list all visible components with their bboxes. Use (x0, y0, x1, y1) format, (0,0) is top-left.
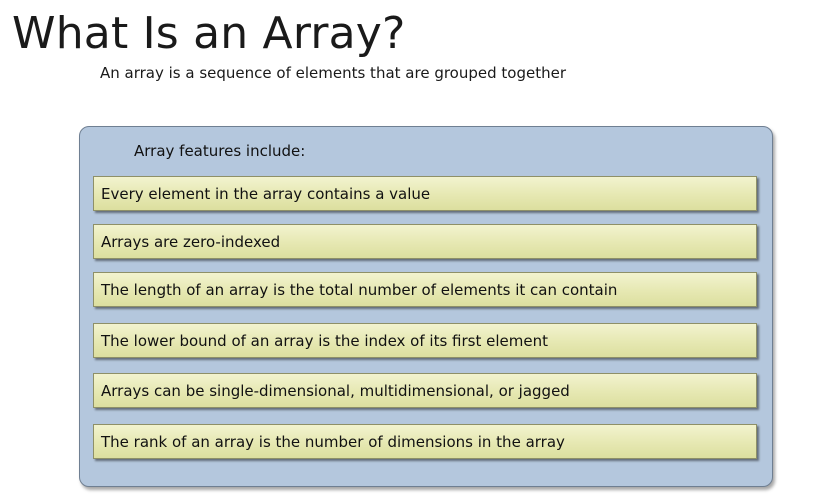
feature-item: The lower bound of an array is the index… (93, 323, 757, 358)
feature-item: Arrays are zero-indexed (93, 224, 757, 259)
features-heading: Array features include: (134, 142, 306, 160)
feature-item: Every element in the array contains a va… (93, 176, 757, 211)
feature-item: Arrays can be single-dimensional, multid… (93, 373, 757, 408)
feature-item: The length of an array is the total numb… (93, 272, 757, 307)
slide-title: What Is an Array? (12, 8, 406, 59)
feature-item: The rank of an array is the number of di… (93, 424, 757, 459)
slide-subtitle: An array is a sequence of elements that … (100, 64, 566, 82)
